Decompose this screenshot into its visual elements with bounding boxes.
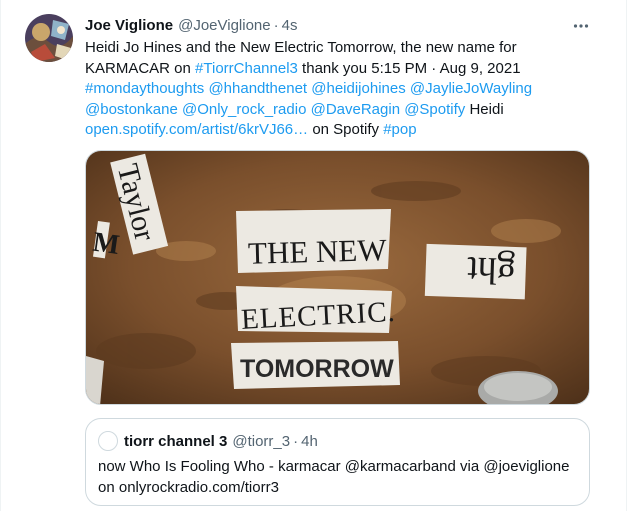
tweet-header: Joe Viglione @JoeViglione · 4s [85, 16, 297, 36]
tweet-text: Heidi Jo Hines and the New Electric Tomo… [85, 38, 605, 141]
text-line: KARMACAR on #TiorrChannel3 thank you 5:1… [85, 59, 605, 80]
quoted-tweet[interactable]: tiorr channel 3 @tiorr_3 · 4h now Who Is… [85, 418, 590, 506]
quoted-avatar[interactable] [98, 431, 118, 451]
quoted-text: now Who Is Fooling Who - karmacar @karma… [98, 457, 578, 498]
hashtag-link[interactable]: #mondaythoughts [85, 80, 204, 97]
mention-link[interactable]: @Only_rock_radio [182, 101, 306, 118]
tweet[interactable]: Joe Viglione @JoeViglione · 4s Heidi Jo … [0, 0, 627, 511]
quoted-author-handle[interactable]: @tiorr_3 [232, 433, 290, 450]
more-horizontal-icon [573, 24, 589, 28]
clip-edge-text: M [91, 227, 121, 261]
author-handle[interactable]: @JoeViglione [178, 16, 271, 36]
quoted-time[interactable]: 4h [301, 433, 318, 450]
tweet-media[interactable]: M Taylor THE NEW ELECTRIC. TOMORROW ght [85, 150, 590, 405]
avatar[interactable] [25, 14, 73, 62]
avatar-image [25, 14, 73, 62]
hashtag-link[interactable]: #pop [383, 121, 416, 138]
text-segment: KARMACAR on [85, 59, 196, 77]
text-segment: on Spotify [308, 121, 384, 138]
text-segment: thank you 5:15 PM · Aug 9, 2021 [297, 59, 521, 77]
text-segment: Heidi [465, 100, 504, 118]
clip-right-text: ght [466, 248, 516, 292]
text-line: Heidi Jo Hines and the New Electric Tomo… [85, 38, 605, 59]
separator-dot: · [273, 17, 279, 34]
quoted-header: tiorr channel 3 @tiorr_3 · 4h [124, 431, 318, 451]
mention-link[interactable]: @DaveRagin [311, 101, 400, 118]
tweet-time[interactable]: 4s [282, 16, 298, 36]
url-link[interactable]: open.spotify.com/artist/6krVJ66… [85, 121, 308, 138]
mention-link[interactable]: @JaylieJoWayling [410, 80, 532, 97]
quoted-text-line: on onlyrockradio.com/tiorr3 [98, 478, 279, 496]
mention-link[interactable]: @heidijohines [311, 80, 405, 97]
quoted-text-line: now Who Is Fooling Who - karmacar @karma… [98, 458, 570, 475]
mention-link[interactable]: @Spotify [404, 101, 465, 118]
clip-tomorrow: TOMORROW [240, 355, 394, 383]
mention-link[interactable]: @bostonkane [85, 101, 178, 118]
separator-dot: · [293, 432, 299, 450]
mention-link[interactable]: @hhandthenet [208, 80, 307, 97]
media-image: M Taylor THE NEW ELECTRIC. TOMORROW ght [86, 151, 589, 404]
hashtag-link[interactable]: #TiorrChannel3 [195, 60, 298, 77]
text-segment: Heidi Jo Hines and the New Electric Tomo… [85, 39, 517, 56]
quoted-author-name[interactable]: tiorr channel 3 [124, 433, 227, 450]
clip-the-new: THE NEW [248, 232, 388, 271]
text-line: @bostonkane @Only_rock_radio @DaveRagin … [85, 100, 605, 121]
author-name[interactable]: Joe Viglione [85, 16, 173, 36]
text-line: open.spotify.com/artist/6krVJ66… on Spot… [85, 120, 605, 141]
text-line: #mondaythoughts @hhandthenet @heidijohin… [85, 79, 605, 100]
more-button[interactable] [567, 12, 595, 40]
